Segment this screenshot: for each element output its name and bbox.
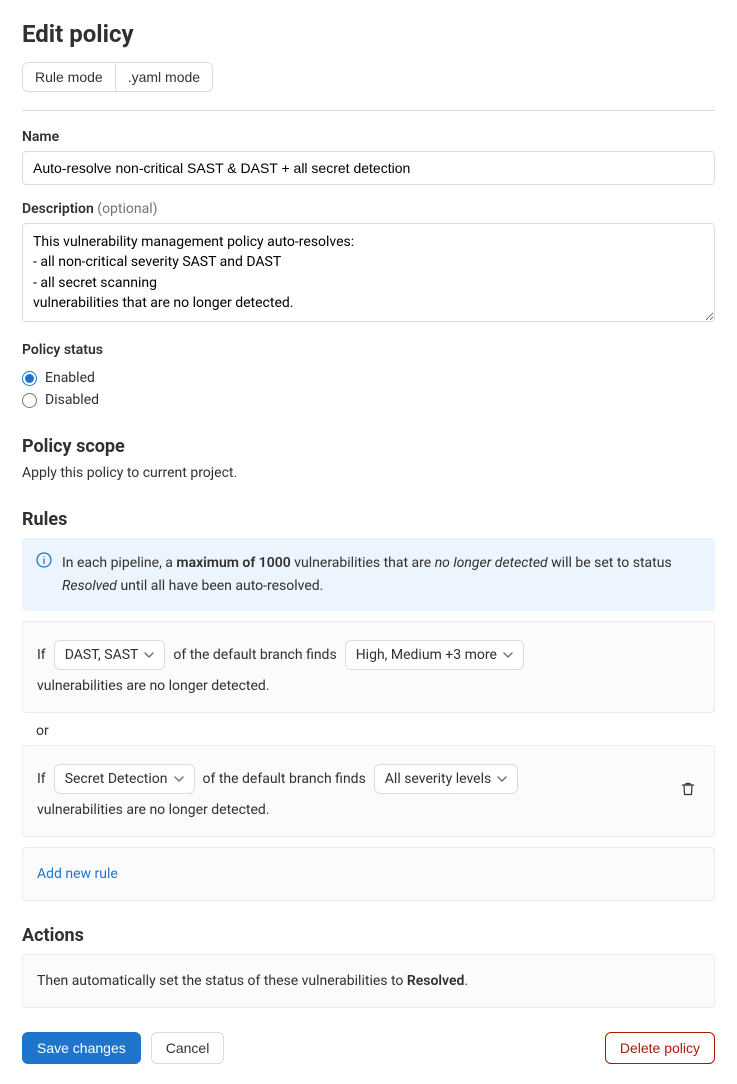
cancel-button[interactable]: Cancel	[151, 1032, 225, 1064]
rule-suffix-text: vulnerabilities are no longer detected.	[37, 802, 270, 818]
chevron-down-icon	[174, 774, 184, 784]
rule-or-label: or	[36, 723, 715, 739]
name-input[interactable]	[22, 151, 715, 185]
chevron-down-icon	[503, 650, 513, 660]
actions-heading: Actions	[22, 925, 715, 946]
chevron-down-icon	[497, 774, 507, 784]
add-new-rule-link[interactable]: Add new rule	[37, 866, 118, 882]
severity-dropdown-1[interactable]: High, Medium +3 more	[345, 640, 524, 670]
trash-icon	[680, 781, 696, 797]
rule-row-1: If DAST, SAST of the default branch find…	[22, 621, 715, 713]
optional-hint: (optional)	[97, 201, 157, 217]
description-textarea[interactable]	[22, 223, 715, 322]
action-card: Then automatically set the status of the…	[22, 954, 715, 1008]
info-icon	[36, 552, 52, 568]
mode-tabs: Rule mode .yaml mode	[22, 62, 213, 92]
rule-if: If	[37, 771, 46, 787]
save-button[interactable]: Save changes	[22, 1032, 141, 1064]
policy-scope-text: Apply this policy to current project.	[22, 465, 715, 481]
severity-dropdown-2[interactable]: All severity levels	[374, 764, 518, 794]
page-title: Edit policy	[22, 20, 715, 48]
divider	[22, 110, 715, 111]
radio-enabled-input[interactable]	[22, 371, 37, 386]
tab-yaml-mode[interactable]: .yaml mode	[115, 62, 213, 92]
radio-disabled-input[interactable]	[22, 393, 37, 408]
info-text: In each pipeline, a maximum of 1000 vuln…	[62, 555, 672, 593]
name-label: Name	[22, 129, 59, 145]
tab-rule-mode[interactable]: Rule mode	[22, 62, 115, 92]
rule-if: If	[37, 647, 46, 663]
radio-enabled[interactable]: Enabled	[22, 370, 715, 386]
chevron-down-icon	[144, 650, 154, 660]
add-rule-card: Add new rule	[22, 847, 715, 901]
rule-row-2: If Secret Detection of the default branc…	[22, 745, 715, 837]
rules-heading: Rules	[22, 509, 715, 530]
rule-branch-text: of the default branch finds	[203, 771, 366, 787]
delete-rule-button[interactable]	[676, 777, 700, 804]
radio-enabled-label: Enabled	[45, 370, 95, 386]
delete-policy-button[interactable]: Delete policy	[605, 1032, 715, 1064]
scanner-dropdown-2[interactable]: Secret Detection	[54, 764, 195, 794]
rules-info-box: In each pipeline, a maximum of 1000 vuln…	[22, 538, 715, 611]
policy-status-label: Policy status	[22, 342, 103, 358]
rule-suffix-text: vulnerabilities are no longer detected.	[37, 678, 270, 694]
description-label: Description (optional)	[22, 201, 158, 217]
rule-branch-text: of the default branch finds	[173, 647, 336, 663]
policy-scope-heading: Policy scope	[22, 436, 715, 457]
scanner-dropdown-1[interactable]: DAST, SAST	[54, 640, 166, 670]
radio-disabled-label: Disabled	[45, 392, 99, 408]
radio-disabled[interactable]: Disabled	[22, 392, 715, 408]
